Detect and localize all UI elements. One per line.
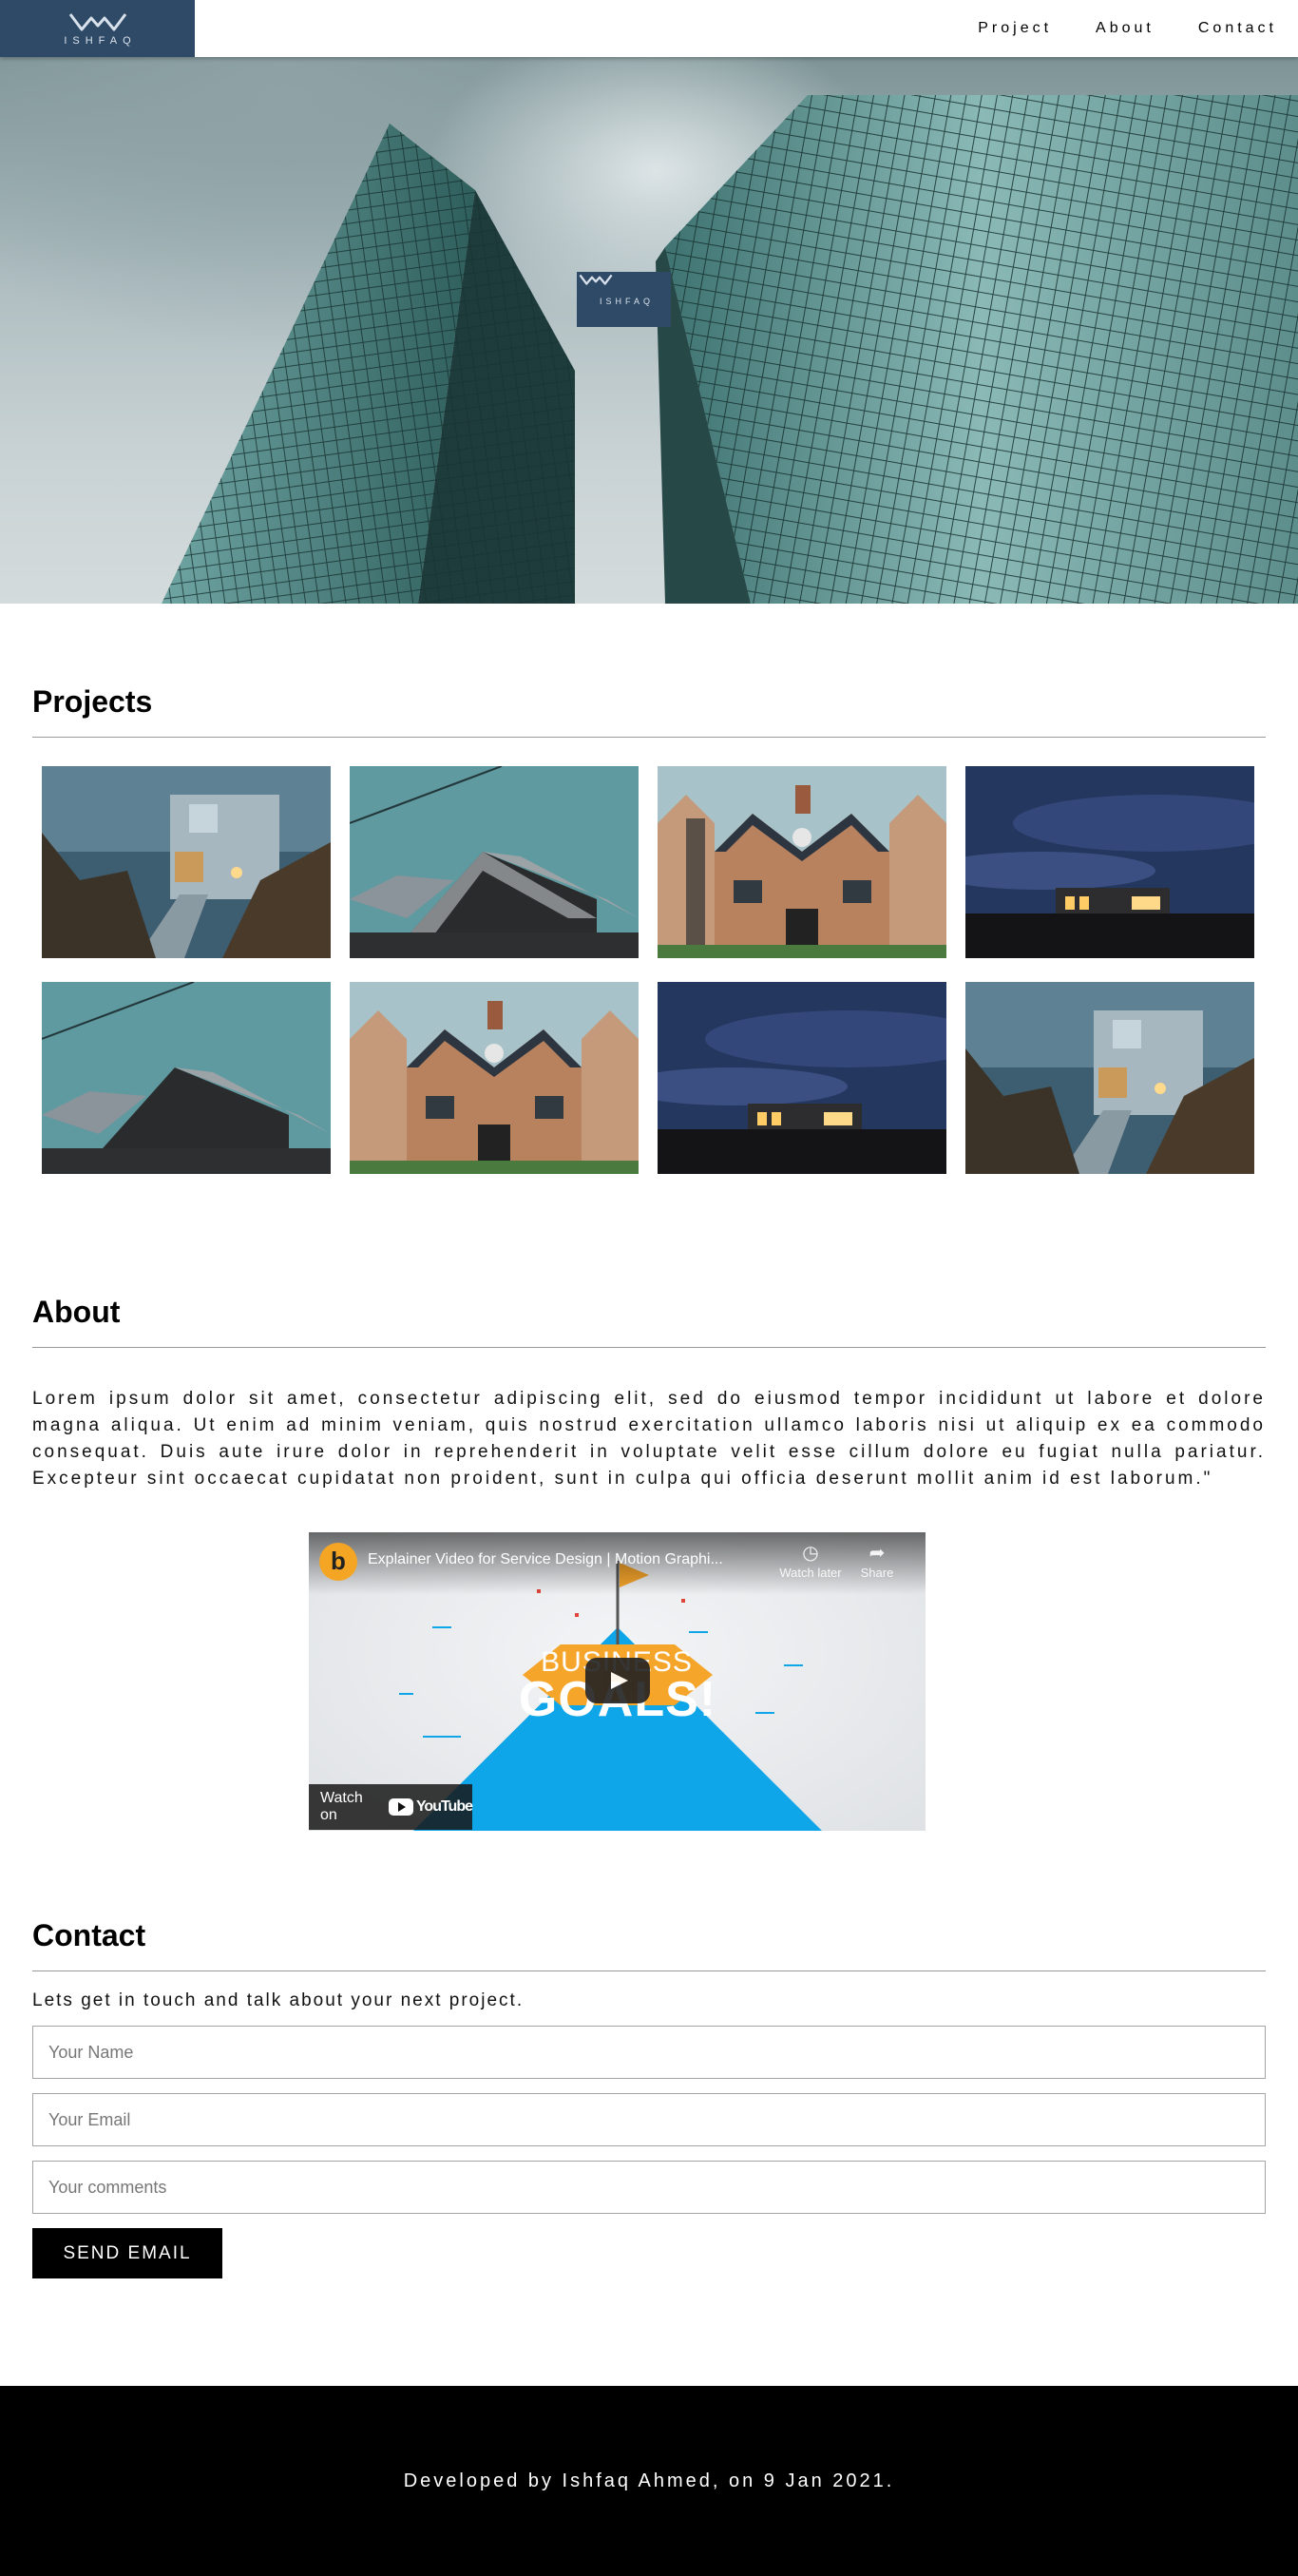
play-button[interactable] (585, 1658, 650, 1703)
project-image[interactable] (42, 766, 331, 958)
video-title[interactable]: Explainer Video for Service Design | Mot… (368, 1551, 757, 1568)
send-email-button[interactable]: SEND EMAIL (32, 2228, 222, 2278)
project-image[interactable] (350, 766, 639, 958)
about-divider (32, 1347, 1266, 1348)
ishfaq-logo-icon (579, 274, 613, 285)
nav-links: Project About Contact (978, 0, 1277, 57)
projects-title: Projects (32, 684, 153, 719)
contact-section: Contact Lets get in touch and talk about… (0, 1918, 1298, 2278)
project-image[interactable] (350, 982, 639, 1174)
clock-icon: ◷ (802, 1543, 819, 1564)
project-image[interactable] (42, 982, 331, 1174)
nav-project-link[interactable]: Project (978, 20, 1052, 37)
about-section: About Lorem ipsum dolor sit amet, consec… (0, 1295, 1298, 1492)
share-arrow-icon: ➦ (869, 1543, 886, 1564)
channel-avatar[interactable]: b (319, 1543, 357, 1581)
project-image[interactable] (658, 766, 946, 958)
timber-house-image (350, 766, 639, 958)
brick-house-image (350, 982, 639, 1174)
watch-later-label: Watch later (779, 1566, 842, 1580)
house-walkway-image (965, 982, 1254, 1174)
projects-section: Projects (0, 684, 1298, 1174)
contact-title: Contact (32, 1918, 146, 1952)
timber-house-image (42, 982, 331, 1174)
youtube-logo: YouTube (388, 1798, 473, 1816)
brand-name: ISHFAQ (64, 34, 137, 47)
about-title: About (32, 1295, 121, 1329)
project-image[interactable] (965, 982, 1254, 1174)
project-image[interactable] (965, 766, 1254, 958)
brick-house-image (658, 766, 946, 958)
ishfaq-logo-icon (68, 12, 126, 30)
watch-later-button[interactable]: ◷ Watch later (773, 1544, 849, 1580)
nav-contact-link[interactable]: Contact (1198, 20, 1277, 37)
share-label: Share (860, 1566, 894, 1580)
youtube-wordmark: YouTube (415, 1798, 473, 1815)
hero-banner: ISHFAQ (0, 57, 1298, 604)
hero-skyscrapers-image (162, 95, 1298, 604)
top-navbar: ISHFAQ Project About Contact (0, 0, 1298, 57)
name-input[interactable] (32, 2026, 1266, 2079)
watch-on-label: Watch on (320, 1790, 363, 1823)
youtube-play-icon (388, 1798, 413, 1816)
night-house-image (658, 982, 946, 1174)
night-house-image (965, 766, 1254, 958)
footer-credit: Developed by Ishfaq Ahmed, on 9 Jan 2021… (403, 2470, 895, 2491)
watch-on-youtube-button[interactable]: Watch on YouTube (309, 1784, 473, 1830)
contact-subtitle: Lets get in touch and talk about your ne… (32, 1990, 525, 2010)
hero-logo-text: ISHFAQ (599, 296, 654, 306)
contact-divider (32, 1970, 1266, 1971)
youtube-embed[interactable]: BUSINESS GOALS! b Explainer Video for Se… (309, 1532, 926, 1831)
about-paragraph: Lorem ipsum dolor sit amet, consectetur … (32, 1389, 1266, 1489)
comments-input[interactable] (32, 2161, 1266, 2214)
brand-logo[interactable]: ISHFAQ (0, 0, 195, 57)
projects-gallery (42, 766, 1266, 1174)
email-input[interactable] (32, 2093, 1266, 2146)
hero-logo-badge: ISHFAQ (577, 272, 671, 327)
nav-about-link[interactable]: About (1096, 20, 1155, 37)
house-walkway-image (42, 766, 331, 958)
projects-divider (32, 737, 1266, 738)
share-button[interactable]: ➦ Share (849, 1544, 906, 1580)
project-image[interactable] (658, 982, 946, 1174)
footer: Developed by Ishfaq Ahmed, on 9 Jan 2021… (0, 2386, 1298, 2576)
